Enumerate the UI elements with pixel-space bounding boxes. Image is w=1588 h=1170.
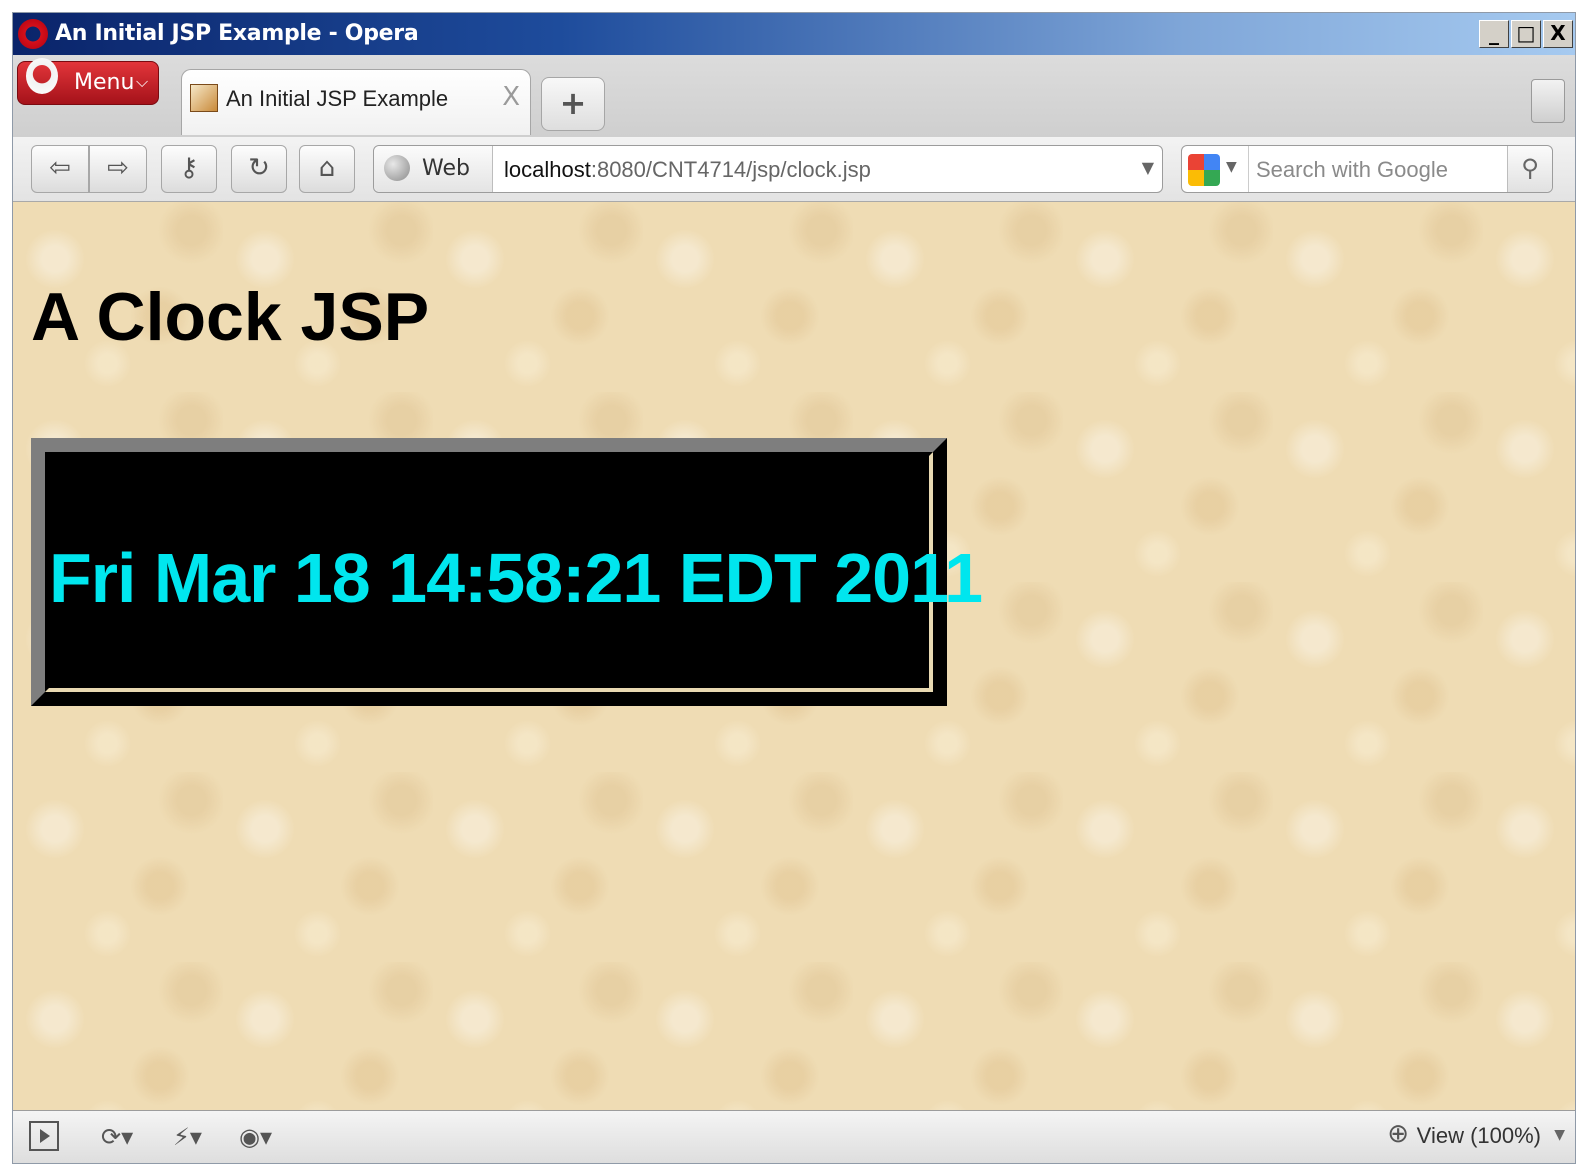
- opera-logo-icon: [18, 19, 48, 49]
- clock-table: Fri Mar 18 14:58:21 EDT 2011: [31, 438, 983, 706]
- url-host: localhost: [504, 157, 591, 182]
- minimize-button[interactable]: _: [1479, 20, 1509, 48]
- tab-bar: Menu ⌵ An Initial JSP Example X +: [13, 55, 1575, 138]
- search-icon: ⚲: [1521, 154, 1539, 182]
- new-tab-button[interactable]: +: [541, 77, 605, 131]
- title-bar[interactable]: An Initial JSP Example - Opera _ □ X: [13, 13, 1575, 55]
- home-button[interactable]: ⌂: [299, 145, 355, 193]
- site-info-button[interactable]: Web: [374, 146, 493, 192]
- unite-icon[interactable]: ⚡▾: [173, 1123, 202, 1151]
- panel-toggle-icon[interactable]: [29, 1121, 59, 1151]
- zoom-dropdown-icon[interactable]: ▼: [1554, 1127, 1565, 1143]
- url-text[interactable]: localhost:8080/CNT4714/jsp/clock.jsp: [504, 157, 871, 183]
- tab-active[interactable]: An Initial JSP Example X: [181, 69, 531, 135]
- trash-icon[interactable]: [1531, 79, 1565, 123]
- status-bar: ⟳▾ ⚡▾ ◉▾ ⊕ View (100%) ▼: [13, 1110, 1575, 1163]
- clock-cell: Fri Mar 18 14:58:21 EDT 2011: [45, 452, 983, 692]
- zoom-label[interactable]: View (100%): [1417, 1123, 1541, 1149]
- opera-logo-icon: [26, 58, 58, 94]
- reload-icon: ↻: [248, 153, 270, 183]
- sync-icon[interactable]: ⟳▾: [101, 1123, 133, 1151]
- wand-icon: ⚷: [179, 153, 199, 183]
- forward-icon: ⇨: [107, 153, 129, 183]
- zoom-icon[interactable]: ⊕: [1387, 1119, 1409, 1149]
- home-icon: ⌂: [318, 153, 336, 183]
- browser-window: An Initial JSP Example - Opera _ □ X Men…: [12, 12, 1576, 1164]
- tab-title: An Initial JSP Example: [226, 86, 449, 111]
- menu-label: Menu: [74, 70, 135, 95]
- favicon-icon: [190, 84, 218, 112]
- wand-button[interactable]: ⚷: [161, 145, 217, 193]
- window-title: An Initial JSP Example - Opera: [55, 21, 419, 46]
- url-path: :8080/CNT4714/jsp/clock.jsp: [590, 157, 871, 182]
- search-button[interactable]: ⚲: [1507, 146, 1552, 192]
- clock-datetime: Fri Mar 18 14:58:21 EDT 2011: [49, 539, 983, 617]
- search-box[interactable]: ▼ ⚲: [1181, 145, 1553, 193]
- divider: [1248, 146, 1249, 192]
- opera-menu-button[interactable]: Menu ⌵: [17, 58, 159, 105]
- back-button[interactable]: ⇦: [31, 145, 89, 193]
- navigation-bar: ⇦ ⇨ ⚷ ↻ ⌂ Web localhost:8080/CNT4714/jsp…: [13, 137, 1575, 202]
- google-icon[interactable]: [1188, 154, 1220, 186]
- chevron-down-icon: ⌵: [136, 72, 149, 91]
- reload-button[interactable]: ↻: [231, 145, 287, 193]
- page-heading: A Clock JSP: [31, 279, 430, 355]
- web-label: Web: [422, 156, 470, 181]
- address-field[interactable]: Web localhost:8080/CNT4714/jsp/clock.jsp…: [373, 145, 1163, 193]
- page-content: A Clock JSP Fri Mar 18 14:58:21 EDT 2011: [13, 202, 1575, 1113]
- maximize-button[interactable]: □: [1511, 20, 1541, 48]
- globe-icon: [384, 155, 410, 181]
- close-button[interactable]: X: [1543, 20, 1573, 48]
- tab-close-icon[interactable]: X: [502, 82, 520, 112]
- address-dropdown-icon[interactable]: ▼: [1142, 158, 1154, 177]
- back-icon: ⇦: [49, 153, 71, 183]
- search-input[interactable]: [1254, 152, 1508, 188]
- turbo-icon[interactable]: ◉▾: [239, 1123, 272, 1151]
- forward-button[interactable]: ⇨: [89, 145, 147, 193]
- search-engine-dropdown-icon[interactable]: ▼: [1226, 159, 1237, 175]
